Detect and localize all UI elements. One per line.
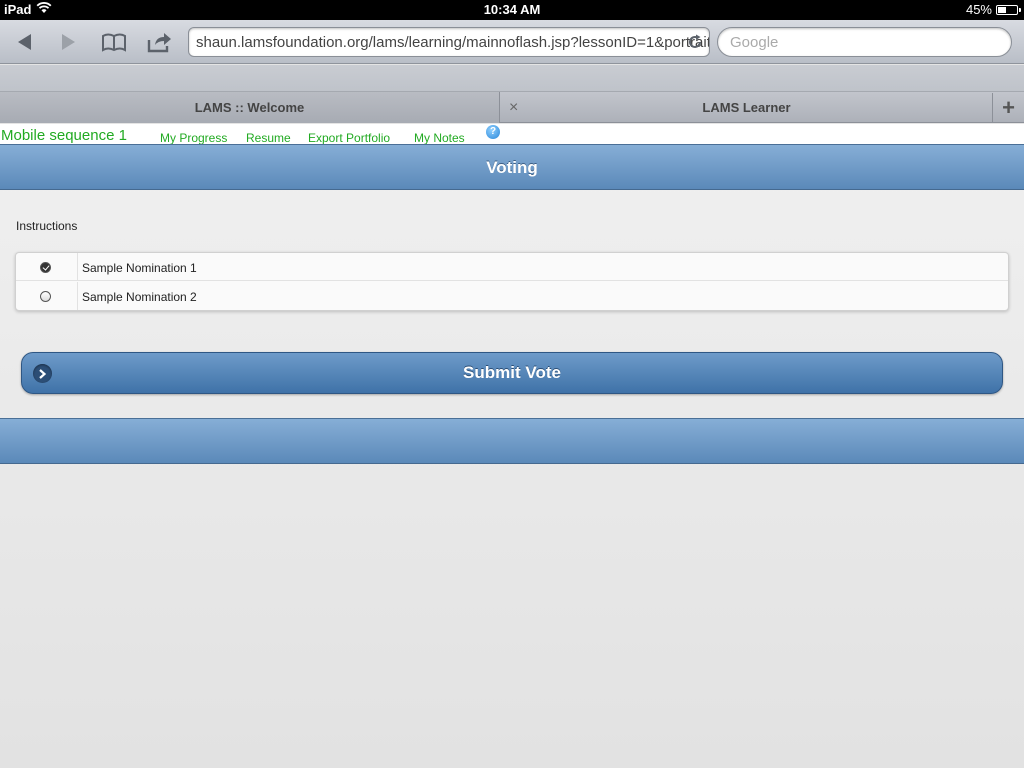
reload-icon <box>689 34 701 48</box>
back-button[interactable] <box>10 28 38 56</box>
nomination-radio-1[interactable] <box>40 262 51 273</box>
chevron-right-icon <box>33 364 52 383</box>
submit-vote-button[interactable]: Submit Vote <box>21 352 1003 394</box>
url-text: shaun.lamsfoundation.org/lams/learning/m… <box>196 34 710 51</box>
lams-nav: Mobile sequence 1 My Progress Resume Exp… <box>0 124 1024 145</box>
battery-icon <box>996 4 1021 15</box>
battery-fill <box>998 6 1007 13</box>
nav-resume[interactable]: Resume <box>246 131 291 145</box>
tab-lams-learner[interactable]: × LAMS Learner <box>501 92 992 123</box>
page-title: Voting <box>0 144 1024 190</box>
nav-my-notes[interactable]: My Notes <box>414 131 465 145</box>
tab-lams-welcome[interactable]: LAMS :: Welcome <box>0 92 500 123</box>
bookmarks-button[interactable] <box>100 28 128 56</box>
forward-icon <box>62 34 75 50</box>
nomination-radio-2[interactable] <box>40 291 51 302</box>
status-bar: iPad 10:34 AM 45% <box>0 0 1024 20</box>
instructions-text: Instructions <box>16 219 78 233</box>
new-tab-button[interactable]: + <box>992 93 1024 122</box>
list-item[interactable]: Sample Nomination 2 <box>16 282 1008 310</box>
help-icon[interactable]: ? <box>486 125 500 139</box>
tab-bar: LAMS :: Welcome × LAMS Learner + <box>0 92 1024 123</box>
radio-cell <box>16 253 78 281</box>
search-placeholder: Google <box>730 34 779 51</box>
url-field[interactable]: shaun.lamsfoundation.org/lams/learning/m… <box>188 27 710 57</box>
search-input[interactable]: Google <box>717 27 1012 57</box>
forward-button[interactable] <box>55 28 83 56</box>
submit-vote-label: Submit Vote <box>463 363 561 382</box>
page-content: Mobile sequence 1 My Progress Resume Exp… <box>0 124 1024 768</box>
bookmarks-icon <box>102 33 126 52</box>
list-item[interactable]: Sample Nomination 1 <box>16 253 1008 281</box>
nomination-label: Sample Nomination 1 <box>82 261 197 275</box>
status-time: 10:34 AM <box>483 2 541 17</box>
nomination-label: Sample Nomination 2 <box>82 290 197 304</box>
bookmarks-bar <box>0 65 1024 92</box>
battery-percent: 45% <box>965 2 992 17</box>
tab-label: LAMS :: Welcome <box>194 100 305 115</box>
page-footer <box>0 418 1024 464</box>
share-button[interactable] <box>146 28 174 56</box>
reload-button[interactable] <box>687 34 703 54</box>
browser-toolbar: shaun.lamsfoundation.org/lams/learning/m… <box>0 20 1024 64</box>
status-right: 45% <box>965 2 1021 17</box>
nav-export-portfolio[interactable]: Export Portfolio <box>308 131 390 145</box>
share-icon <box>147 33 171 53</box>
nomination-list: Sample Nomination 1 Sample Nomination 2 <box>15 252 1009 311</box>
nav-my-progress[interactable]: My Progress <box>160 131 227 145</box>
radio-cell <box>16 282 78 310</box>
sequence-title: Mobile sequence 1 <box>1 127 127 144</box>
plus-icon: + <box>1002 94 1015 120</box>
tab-label: LAMS Learner <box>702 100 791 115</box>
close-icon[interactable]: × <box>509 92 518 123</box>
back-icon <box>18 34 31 50</box>
